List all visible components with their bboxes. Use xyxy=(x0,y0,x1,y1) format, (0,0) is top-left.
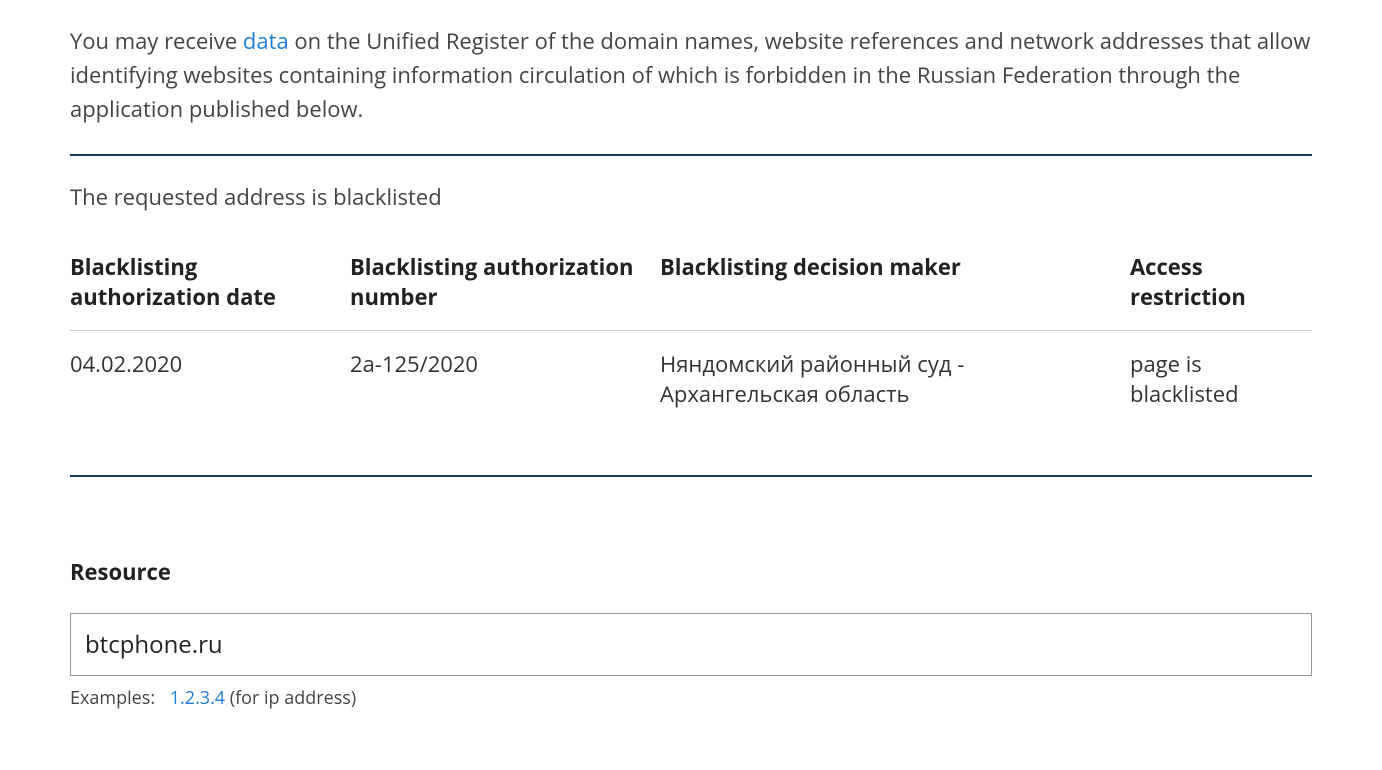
intro-prefix: You may receive xyxy=(70,26,243,56)
header-maker: Blacklisting decision maker xyxy=(660,252,1130,331)
header-number: Blacklisting authorization number xyxy=(350,252,660,331)
examples-label: Examples: xyxy=(70,686,155,710)
table-row: 04.02.2020 2а-125/2020 Няндомский районн… xyxy=(70,331,1312,428)
cell-number: 2а-125/2020 xyxy=(350,331,660,428)
resource-input[interactable] xyxy=(70,613,1312,676)
resource-section: Resource Examples: 1.2.3.4 (for ip addre… xyxy=(70,557,1312,710)
blacklist-table: Blacklisting authorization date Blacklis… xyxy=(70,252,1312,427)
example-ip-note: (for ip address) xyxy=(225,686,356,710)
data-link[interactable]: data xyxy=(243,26,289,56)
status-message: The requested address is blacklisted xyxy=(70,182,1312,212)
header-date: Blacklisting authorization date xyxy=(70,252,350,331)
cell-date: 04.02.2020 xyxy=(70,331,350,428)
intro-paragraph: You may receive data on the Unified Regi… xyxy=(70,24,1312,126)
section-divider-bottom xyxy=(70,475,1312,477)
examples-row: Examples: 1.2.3.4 (for ip address) xyxy=(70,686,1312,710)
header-restriction: Access restriction xyxy=(1130,252,1312,331)
cell-maker: Няндомский районный суд - Архангельская … xyxy=(660,331,1130,428)
table-header-row: Blacklisting authorization date Blacklis… xyxy=(70,252,1312,331)
section-divider xyxy=(70,154,1312,156)
example-ip-link[interactable]: 1.2.3.4 xyxy=(170,686,225,710)
resource-label: Resource xyxy=(70,557,1312,587)
cell-restriction: page is blacklisted xyxy=(1130,331,1312,428)
